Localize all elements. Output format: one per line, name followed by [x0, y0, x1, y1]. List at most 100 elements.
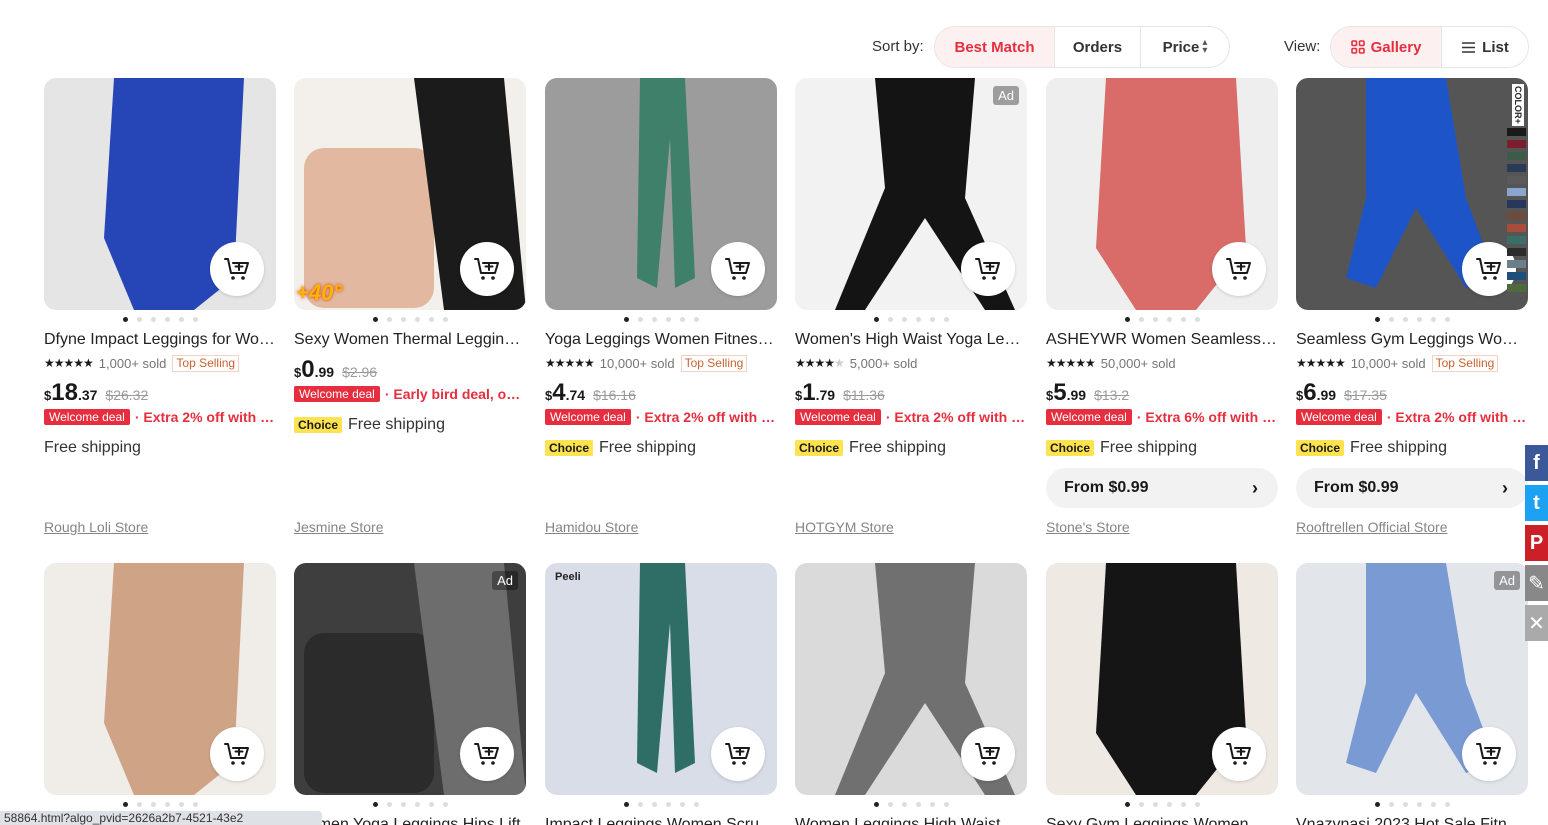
add-to-cart-button[interactable] — [1212, 242, 1266, 296]
choice-badge: Choice — [1296, 440, 1345, 456]
product-image[interactable]: Ad — [1296, 563, 1528, 795]
color-swatch[interactable] — [1507, 188, 1526, 198]
product-title[interactable]: Women's High Waist Yoga Leggings — [795, 331, 1027, 349]
rating-row: ★★★★★ 50,000+ sold — [1046, 354, 1278, 372]
store-link[interactable]: Jesmine Store — [294, 519, 383, 535]
add-to-cart-button[interactable] — [460, 242, 514, 296]
product-title[interactable]: Yoga Leggings Women Fitness Sport — [545, 331, 777, 349]
product-card[interactable]: Dfyne Impact Leggings for Women ★★★★★ 1,… — [44, 78, 276, 535]
image-carousel-dots[interactable] — [795, 802, 1027, 807]
product-title[interactable]: Sexy Women Thermal Leggings Winter — [294, 331, 526, 349]
product-image[interactable]: +40° — [294, 78, 526, 310]
current-price: $1.79 — [795, 379, 836, 406]
product-card[interactable]: Peeli Impact Leggings Women Scrunch — [545, 563, 777, 825]
color-swatch[interactable] — [1507, 128, 1526, 138]
product-title[interactable]: Impact Leggings Women Scrunch — [545, 816, 777, 825]
color-swatch[interactable] — [1507, 152, 1526, 162]
color-swatch[interactable] — [1507, 236, 1526, 246]
welcome-deal-badge: Welcome deal — [545, 409, 631, 425]
product-card[interactable]: +40° Sexy Women Thermal Leggings Winter … — [294, 78, 526, 535]
product-image[interactable]: Ad — [795, 78, 1027, 310]
image-carousel-dots[interactable] — [1046, 802, 1278, 807]
product-card[interactable]: Ad Vnazvnasi 2023 Hot Sale Fitness — [1296, 563, 1528, 825]
store-link[interactable]: Stone's Store — [1046, 519, 1130, 535]
product-image[interactable]: COLOR+ — [1296, 78, 1528, 310]
add-to-cart-button[interactable] — [711, 242, 765, 296]
facebook-share-icon[interactable]: f — [1525, 445, 1548, 481]
product-card[interactable]: COLOR+ Seamless Gym Leggings Women Push … — [1296, 78, 1528, 535]
product-image[interactable] — [1046, 78, 1278, 310]
image-carousel-dots[interactable] — [545, 317, 777, 322]
product-title[interactable]: Vnazvnasi 2023 Hot Sale Fitness — [1296, 816, 1528, 825]
close-icon[interactable]: ✕ — [1525, 605, 1548, 641]
edit-icon[interactable]: ✎ — [1525, 565, 1548, 601]
shipping-text: Free shipping — [849, 439, 946, 456]
store-link[interactable]: HOTGYM Store — [795, 519, 894, 535]
product-image[interactable] — [44, 78, 276, 310]
color-swatch[interactable] — [1507, 200, 1526, 210]
color-swatch[interactable] — [1507, 140, 1526, 150]
product-image[interactable] — [795, 563, 1027, 795]
product-title[interactable]: ASHEYWR Women Seamless Leggings — [1046, 331, 1278, 349]
from-price-button[interactable]: From $0.99 › — [1296, 468, 1528, 508]
product-card[interactable]: ASHEYWR Women Seamless Leggings ★★★★★ 50… — [1046, 78, 1278, 535]
product-card[interactable]: Women Leggings High Waist Sexy — [795, 563, 1027, 825]
product-title[interactable]: Women Leggings High Waist Sexy — [795, 816, 1027, 825]
product-image[interactable]: Peeli — [545, 563, 777, 795]
store-link[interactable]: Rooftrellen Official Store — [1296, 519, 1447, 535]
product-card[interactable]: Ad Women's High Waist Yoga Leggings ★★★★… — [795, 78, 1027, 535]
add-to-cart-button[interactable] — [1212, 727, 1266, 781]
product-title[interactable]: Sexy Gym Leggings Women Fitness — [1046, 816, 1278, 825]
color-swatch[interactable] — [1507, 212, 1526, 222]
add-to-cart-button[interactable] — [1462, 727, 1516, 781]
product-image[interactable] — [545, 78, 777, 310]
add-to-cart-button[interactable] — [210, 242, 264, 296]
add-to-cart-button[interactable] — [961, 727, 1015, 781]
image-carousel-dots[interactable] — [294, 802, 526, 807]
color-swatch[interactable] — [1507, 284, 1526, 294]
color-swatch[interactable] — [1507, 248, 1526, 258]
sold-count: 10,000+ sold — [1350, 355, 1426, 371]
product-image[interactable]: Ad — [294, 563, 526, 795]
sort-price-button[interactable]: Price ▴ ▾ — [1141, 27, 1229, 67]
view-gallery-button[interactable]: Gallery — [1331, 27, 1442, 67]
add-to-cart-button[interactable] — [210, 727, 264, 781]
add-to-cart-button[interactable] — [711, 727, 765, 781]
pinterest-share-icon[interactable]: P — [1525, 525, 1548, 561]
image-carousel-dots[interactable] — [44, 802, 276, 807]
color-swatch[interactable] — [1507, 260, 1526, 270]
image-carousel-dots[interactable] — [1296, 317, 1528, 322]
add-to-cart-button[interactable] — [460, 727, 514, 781]
product-card[interactable]: Thermal Leggings Women Winter Warm — [44, 563, 276, 825]
product-title[interactable]: Dfyne Impact Leggings for Women — [44, 331, 276, 349]
product-title[interactable]: Seamless Gym Leggings Women Push Up — [1296, 331, 1528, 349]
store-link[interactable]: Hamidou Store — [545, 519, 638, 535]
image-carousel-dots[interactable] — [294, 317, 526, 322]
product-card[interactable]: Yoga Leggings Women Fitness Sport ★★★★★ … — [545, 78, 777, 535]
product-title[interactable]: Women Yoga Leggings Hips Lift — [294, 816, 526, 825]
image-carousel-dots[interactable] — [1296, 802, 1528, 807]
product-image[interactable] — [1046, 563, 1278, 795]
sort-best-match-button[interactable]: Best Match — [935, 27, 1055, 67]
image-carousel-dots[interactable] — [44, 317, 276, 322]
welcome-deal-badge: Welcome deal — [294, 386, 380, 402]
twitter-share-icon[interactable]: t — [1525, 485, 1548, 521]
view-list-button[interactable]: List — [1442, 27, 1528, 67]
image-carousel-dots[interactable] — [795, 317, 1027, 322]
color-swatch-strip[interactable] — [1507, 82, 1526, 297]
cart-plus-icon — [725, 258, 750, 280]
color-swatch[interactable] — [1507, 164, 1526, 174]
color-swatch[interactable] — [1507, 224, 1526, 234]
add-to-cart-button[interactable] — [961, 242, 1015, 296]
sold-count: 10,000+ sold — [599, 355, 675, 371]
image-carousel-dots[interactable] — [545, 802, 777, 807]
product-image[interactable] — [44, 563, 276, 795]
from-price-button[interactable]: From $0.99 › — [1046, 468, 1278, 508]
store-link[interactable]: Rough Loli Store — [44, 519, 148, 535]
product-card[interactable]: Ad Women Yoga Leggings Hips Lift — [294, 563, 526, 825]
image-carousel-dots[interactable] — [1046, 317, 1278, 322]
product-card[interactable]: Sexy Gym Leggings Women Fitness — [1046, 563, 1278, 825]
color-swatch[interactable] — [1507, 272, 1526, 282]
sort-orders-button[interactable]: Orders — [1055, 27, 1141, 67]
color-swatch[interactable] — [1507, 176, 1526, 186]
